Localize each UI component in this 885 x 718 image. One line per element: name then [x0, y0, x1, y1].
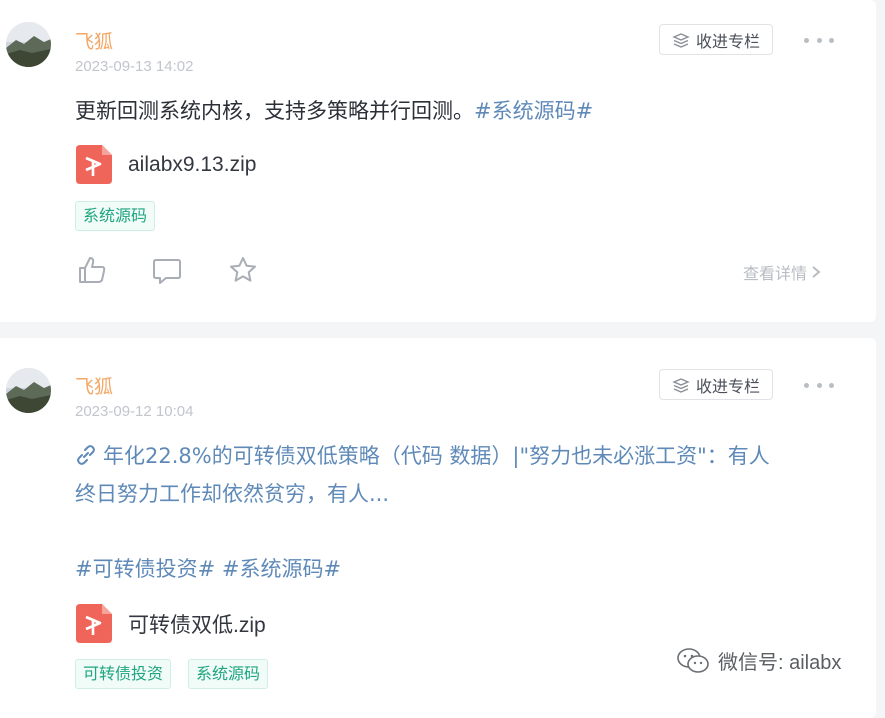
wechat-icon	[677, 647, 709, 673]
post-card: 飞狐 2023-09-13 14:02 收进专栏 更新回测系统内核，支持多策略并…	[0, 0, 876, 322]
topic-tag[interactable]: 可转债投资	[75, 659, 172, 689]
more-icon[interactable]	[804, 30, 834, 50]
link-icon	[77, 445, 95, 465]
link-title-line2: 终日努力工作却依然贫穷，有人...	[75, 482, 390, 506]
file-attachment[interactable]: ailabx9.13.zip	[76, 145, 256, 184]
author-name[interactable]: 飞狐	[75, 372, 113, 399]
author-name[interactable]: 飞狐	[75, 27, 113, 54]
collect-icon	[672, 32, 690, 48]
comment-icon[interactable]	[152, 256, 182, 286]
post-link[interactable]: 年化22.8%的可转债双低策略（代码 数据）|"努力也未必涨工资"：有人 终日努…	[75, 437, 835, 513]
collect-to-column-button[interactable]: 收进专栏	[659, 369, 773, 400]
link-title-line1: 年化22.8%的可转债双低策略（代码 数据）|"努力也未必涨工资"：有人	[103, 444, 770, 468]
collect-label: 收进专栏	[695, 31, 760, 51]
collect-icon	[672, 377, 690, 393]
topic-tag[interactable]: 系统源码	[188, 659, 269, 689]
topic-tag[interactable]: 系统源码	[75, 201, 156, 231]
hashtag-links[interactable]: #可转债投资# #系统源码#	[75, 550, 835, 588]
details-label: 查看详情	[743, 264, 808, 283]
post-body: 更新回测系统内核，支持多策略并行回测。	[75, 99, 474, 123]
post-timestamp: 2023-09-12 10:04	[75, 403, 194, 420]
file-name: 可转债双低.zip	[128, 613, 266, 637]
collect-label: 收进专栏	[695, 376, 760, 396]
star-icon[interactable]	[228, 255, 258, 285]
watermark-text: 微信号: ailabx	[718, 652, 842, 674]
more-icon[interactable]	[804, 375, 834, 395]
avatar[interactable]	[6, 22, 51, 67]
file-name: ailabx9.13.zip	[128, 152, 257, 176]
zip-file-icon	[76, 604, 112, 643]
chevron-right-icon	[812, 266, 821, 278]
hashtag-link[interactable]: #系统源码#	[474, 99, 593, 123]
avatar[interactable]	[6, 368, 51, 413]
post-timestamp: 2023-09-13 14:02	[75, 58, 194, 75]
wechat-watermark: 微信号: ailabx	[676, 646, 841, 675]
post-text: 更新回测系统内核，支持多策略并行回测。#系统源码#	[75, 92, 835, 130]
collect-to-column-button[interactable]: 收进专栏	[659, 24, 773, 55]
view-details-link[interactable]: 查看详情	[743, 260, 821, 284]
zip-file-icon	[76, 145, 112, 184]
file-attachment[interactable]: 可转债双低.zip	[76, 604, 266, 643]
like-icon[interactable]	[77, 255, 107, 285]
